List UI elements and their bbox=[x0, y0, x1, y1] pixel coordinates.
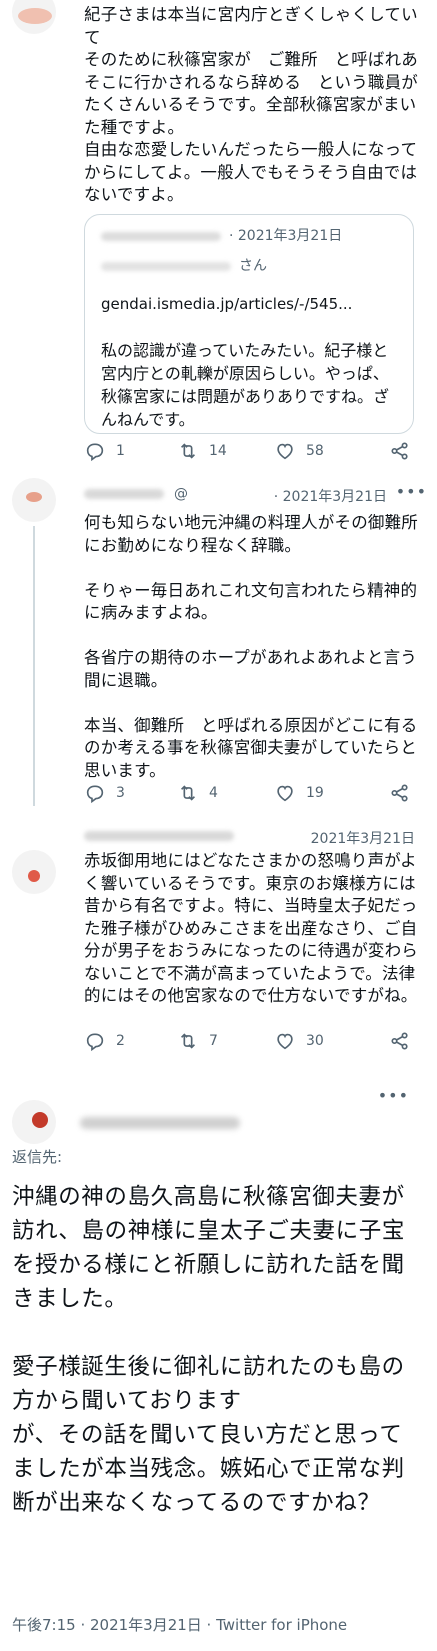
tweet-date[interactable]: 2021年3月21日 bbox=[311, 828, 415, 848]
reply-count: 2 bbox=[116, 1033, 125, 1049]
tweet-date[interactable]: · 2021年3月21日 bbox=[274, 486, 387, 506]
tweet-actions: 2 7 30 bbox=[84, 1030, 414, 1054]
retweet-count: 4 bbox=[209, 785, 218, 801]
like-count: 19 bbox=[306, 785, 324, 801]
quoted-handle-blur bbox=[101, 261, 231, 271]
like-icon bbox=[277, 785, 293, 802]
reply-icon bbox=[86, 443, 104, 462]
share-button[interactable] bbox=[389, 440, 421, 462]
tweet-text: 何も知らない地元沖縄の料理人がその御難所にお勤めになり程なく辞職。 そりゃー毎日… bbox=[84, 513, 418, 780]
quoted-author-name bbox=[101, 231, 221, 241]
more-icon[interactable]: ••• bbox=[378, 1086, 409, 1105]
retweet-icon bbox=[180, 1033, 196, 1049]
tweet-header: 2021年3月21日 bbox=[84, 828, 427, 848]
reply-button[interactable]: 1 bbox=[84, 440, 125, 462]
author-name[interactable] bbox=[84, 831, 234, 841]
share-icon bbox=[391, 442, 408, 460]
quoted-tweet-text: 私の認識が違っていたみたい。紀子様と宮内庁との軋轢が原因らしい。やっぱ、秋篠宮家… bbox=[101, 341, 390, 429]
tweet-actions: 1 14 58 bbox=[84, 440, 414, 464]
share-button[interactable] bbox=[389, 782, 421, 804]
focus-tweet-text: 沖縄の神の島久高島に秋篠宮御夫妻が訪れ、島の神様に皇太子ご夫妻に子宝を授かる様に… bbox=[12, 1184, 405, 1516]
reply-icon bbox=[86, 785, 104, 804]
quoted-tweet-header: · 2021年3月21日 bbox=[101, 225, 342, 245]
quoted-tweet-link[interactable]: gendai.ismedia.jp/articles/-/545... bbox=[101, 295, 352, 313]
quoted-tweet-handle: さん bbox=[101, 255, 267, 275]
like-button[interactable]: 19 bbox=[274, 782, 324, 804]
tweet-2[interactable]: @ · 2021年3月21日 ••• 何も知らない地元沖縄の料理人がその御難所に… bbox=[0, 478, 437, 818]
tweet-1[interactable]: 紀子さまは本当に宮内庁とぎくしゃくしていて そのために秋篠宮家が ご難所 と呼ば… bbox=[0, 0, 437, 470]
retweet-count: 14 bbox=[209, 443, 227, 459]
retweet-count: 7 bbox=[209, 1033, 218, 1049]
retweet-button[interactable]: 4 bbox=[177, 782, 218, 804]
focus-author-name[interactable] bbox=[80, 1117, 240, 1129]
reply-count: 3 bbox=[116, 785, 125, 801]
avatar[interactable] bbox=[12, 850, 56, 894]
author-handle[interactable]: @ bbox=[174, 486, 188, 502]
focus-avatar[interactable] bbox=[12, 1100, 56, 1144]
share-icon bbox=[391, 1032, 408, 1050]
reply-icon bbox=[86, 1033, 104, 1052]
like-count: 58 bbox=[306, 443, 324, 459]
share-icon bbox=[391, 784, 408, 802]
reply-button[interactable]: 3 bbox=[84, 782, 125, 804]
like-icon bbox=[277, 443, 293, 460]
tweet-header: @ · 2021年3月21日 ••• bbox=[84, 482, 427, 506]
retweet-button[interactable]: 7 bbox=[177, 1030, 218, 1052]
thread-line bbox=[33, 526, 35, 806]
author-name[interactable] bbox=[84, 489, 164, 499]
tweet-text: 紀子さまは本当に宮内庁とぎくしゃくしていて そのために秋篠宮家が ご難所 と呼ば… bbox=[84, 5, 418, 204]
reply-count: 1 bbox=[116, 443, 125, 459]
like-icon bbox=[277, 1033, 293, 1050]
tweet-3[interactable]: 2021年3月21日 赤坂御用地にはどなたさまかの怒鳴り声がよく響いているそうで… bbox=[0, 826, 437, 1076]
quoted-tweet-date: · 2021年3月21日 bbox=[229, 228, 343, 244]
tweet-text: 赤坂御用地にはどなたさまかの怒鳴り声がよく響いているそうです。東京のお嬢様方には… bbox=[84, 851, 418, 1005]
retweet-icon bbox=[180, 443, 196, 459]
share-button[interactable] bbox=[389, 1030, 421, 1052]
quoted-handle-suffix: さん bbox=[239, 258, 267, 274]
more-icon[interactable]: ••• bbox=[396, 482, 427, 501]
like-count: 30 bbox=[306, 1033, 324, 1049]
like-button[interactable]: 58 bbox=[274, 440, 324, 462]
avatar[interactable] bbox=[12, 0, 56, 34]
tweet-actions: 3 4 19 bbox=[84, 782, 414, 806]
reply-to-label[interactable]: 返信先: bbox=[12, 1146, 62, 1167]
quoted-tweet-card[interactable]: · 2021年3月21日 さん gendai.ismedia.jp/articl… bbox=[84, 214, 414, 434]
avatar[interactable] bbox=[12, 478, 56, 522]
focus-tweet-meta: 午後7:15 · 2021年3月21日 · Twitter for iPhone bbox=[12, 1616, 348, 1634]
retweet-button[interactable]: 14 bbox=[177, 440, 227, 462]
reply-button[interactable]: 2 bbox=[84, 1030, 125, 1052]
retweet-icon bbox=[180, 785, 196, 801]
like-button[interactable]: 30 bbox=[274, 1030, 324, 1052]
